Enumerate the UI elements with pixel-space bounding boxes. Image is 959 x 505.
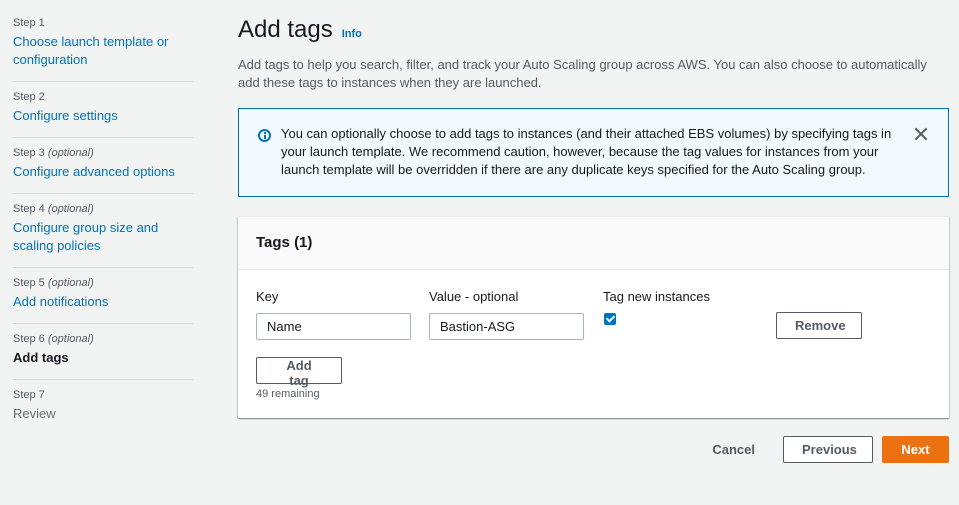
step-number: Step 6 (optional) (13, 333, 94, 345)
tag-value-input[interactable] (429, 313, 584, 340)
step-link-group-size[interactable]: Configure group size and scaling policie… (13, 219, 193, 255)
step-link-advanced-options[interactable]: Configure advanced options (13, 163, 193, 181)
step-1: Step 1 Choose launch template or configu… (13, 8, 193, 82)
step-link-choose-template[interactable]: Choose launch template or configuration (13, 33, 193, 69)
tags-panel-body: Key Value - optional Tag new instances R… (238, 270, 949, 418)
tag-new-instances-label: Tag new instances (603, 289, 710, 304)
key-column: Key (256, 288, 429, 340)
cancel-button[interactable]: Cancel (712, 442, 755, 457)
step-number: Step 1 (13, 17, 45, 29)
step-4: Step 4 (optional) Configure group size a… (13, 194, 193, 268)
step-6: Step 6 (optional) Add tags (13, 324, 193, 380)
step-7: Step 7 Review (13, 380, 193, 435)
step-current-add-tags: Add tags (13, 350, 69, 365)
page-description: Add tags to help you search, filter, and… (238, 57, 927, 90)
page-title: Add tags (238, 16, 333, 43)
info-circle-icon (258, 129, 271, 142)
tags-panel-header: Tags (1) (238, 217, 949, 270)
wizard-footer: Cancel Previous Next (712, 436, 949, 463)
step-3: Step 3 (optional) Configure advanced opt… (13, 138, 193, 194)
tags-panel-title: Tags (1) (256, 234, 313, 251)
add-tag-button[interactable]: Add tag (256, 357, 342, 388)
step-review: Review (13, 406, 56, 421)
value-column: Value - optional (429, 288, 603, 340)
previous-button[interactable]: Previous (783, 436, 873, 463)
step-number: Step 5 (optional) (13, 277, 94, 289)
step-2: Step 2 Configure settings (13, 82, 193, 138)
alert-message: You can optionally choose to add tags to… (281, 126, 892, 177)
info-link[interactable]: Info (342, 28, 362, 40)
step-number: Step 7 (13, 389, 45, 401)
step-number: Step 3 (optional) (13, 147, 94, 159)
key-label: Key (256, 289, 279, 304)
tags-remaining-count: 49 remaining (256, 388, 320, 400)
remove-tag-button[interactable]: Remove (776, 312, 862, 339)
page-header: Add tags Info (238, 14, 949, 46)
step-link-notifications[interactable]: Add notifications (13, 293, 193, 311)
next-button[interactable]: Next (882, 436, 949, 463)
tag-key-input[interactable] (256, 313, 411, 340)
tag-new-instances-column: Tag new instances (603, 288, 710, 340)
step-link-configure-settings[interactable]: Configure settings (13, 107, 193, 125)
step-5: Step 5 (optional) Add notifications (13, 268, 193, 324)
info-alert: You can optionally choose to add tags to… (238, 108, 949, 197)
step-number: Step 2 (13, 91, 45, 103)
close-icon[interactable] (914, 127, 928, 141)
tags-panel: Tags (1) Key Value - optional Tag new in… (238, 216, 949, 418)
wizard-steps-nav: Step 1 Choose launch template or configu… (13, 8, 193, 435)
tag-new-instances-checkbox[interactable] (604, 313, 616, 325)
value-label: Value - optional (429, 289, 519, 304)
step-number: Step 4 (optional) (13, 203, 94, 215)
main-content: Add tags Info Add tags to help you searc… (238, 14, 949, 418)
